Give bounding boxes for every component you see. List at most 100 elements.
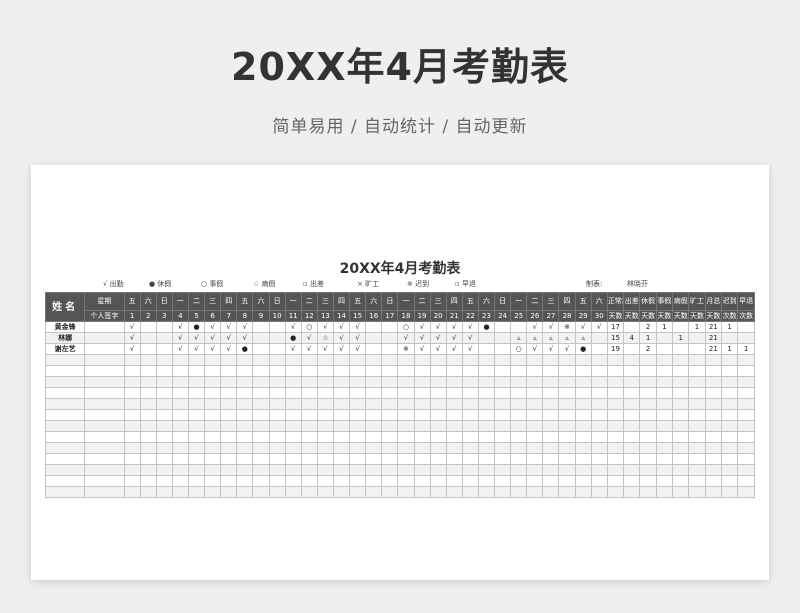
- weekday-cell[interactable]: 三: [429, 292, 447, 311]
- weekday-cell[interactable]: 二: [526, 292, 544, 311]
- empty-cell[interactable]: [737, 387, 755, 399]
- stat-unit[interactable]: 天数: [606, 310, 625, 322]
- empty-cell[interactable]: [155, 486, 173, 498]
- stat-header[interactable]: 事假: [655, 292, 674, 311]
- empty-cell[interactable]: [688, 420, 706, 432]
- empty-cell[interactable]: [606, 354, 625, 366]
- empty-cell[interactable]: [300, 420, 318, 432]
- day-cell[interactable]: 11: [284, 310, 302, 322]
- empty-cell[interactable]: [268, 453, 286, 465]
- stat-unit[interactable]: 天数: [688, 310, 706, 322]
- empty-cell[interactable]: [220, 464, 238, 476]
- empty-cell[interactable]: [123, 486, 141, 498]
- empty-cell[interactable]: [349, 431, 367, 443]
- attendance-cell[interactable]: √: [445, 332, 463, 344]
- day-cell[interactable]: 10: [268, 310, 286, 322]
- empty-cell[interactable]: [737, 354, 755, 366]
- attendance-cell[interactable]: [477, 332, 496, 344]
- empty-cell[interactable]: [737, 409, 755, 421]
- attendance-cell[interactable]: √: [316, 343, 334, 355]
- empty-cell[interactable]: [187, 376, 206, 388]
- empty-cell[interactable]: [477, 453, 496, 465]
- stat-unit[interactable]: 天数: [704, 310, 723, 322]
- empty-cell[interactable]: [688, 376, 706, 388]
- empty-cell[interactable]: [429, 409, 447, 421]
- empty-cell[interactable]: [510, 475, 528, 487]
- empty-cell[interactable]: [84, 453, 125, 465]
- empty-cell[interactable]: [623, 475, 641, 487]
- weekday-cell[interactable]: 六: [139, 292, 157, 311]
- empty-cell[interactable]: [123, 398, 141, 410]
- empty-cell[interactable]: [381, 376, 399, 388]
- empty-cell[interactable]: [477, 442, 496, 454]
- empty-cell[interactable]: [171, 365, 189, 377]
- empty-cell[interactable]: [526, 431, 544, 443]
- empty-cell[interactable]: [606, 431, 625, 443]
- attendance-cell[interactable]: √: [220, 343, 238, 355]
- empty-cell[interactable]: [268, 442, 286, 454]
- empty-cell[interactable]: [558, 398, 576, 410]
- empty-cell[interactable]: [413, 420, 431, 432]
- empty-cell[interactable]: [558, 464, 576, 476]
- empty-cell[interactable]: [590, 431, 608, 443]
- empty-cell[interactable]: [187, 431, 206, 443]
- day-cell[interactable]: 28: [558, 310, 576, 322]
- attendance-cell[interactable]: ▵: [574, 332, 592, 344]
- empty-cell[interactable]: [44, 376, 86, 388]
- stat-cell[interactable]: 1: [737, 343, 755, 355]
- empty-cell[interactable]: [171, 354, 189, 366]
- empty-cell[interactable]: [84, 376, 125, 388]
- empty-cell[interactable]: [123, 475, 141, 487]
- empty-cell[interactable]: [510, 365, 528, 377]
- empty-cell[interactable]: [236, 354, 254, 366]
- empty-cell[interactable]: [461, 409, 479, 421]
- empty-cell[interactable]: [606, 387, 625, 399]
- empty-cell[interactable]: [316, 398, 334, 410]
- empty-cell[interactable]: [187, 387, 206, 399]
- empty-cell[interactable]: [590, 409, 608, 421]
- empty-cell[interactable]: [477, 376, 496, 388]
- weekday-cell[interactable]: 四: [558, 292, 576, 311]
- weekday-cell[interactable]: 四: [445, 292, 463, 311]
- weekday-cell[interactable]: 六: [252, 292, 270, 311]
- empty-cell[interactable]: [44, 453, 86, 465]
- attendance-cell[interactable]: √: [574, 321, 592, 333]
- weekday-cell[interactable]: 二: [300, 292, 318, 311]
- empty-cell[interactable]: [220, 387, 238, 399]
- empty-cell[interactable]: [704, 453, 723, 465]
- empty-cell[interactable]: [510, 464, 528, 476]
- empty-cell[interactable]: [688, 431, 706, 443]
- empty-cell[interactable]: [171, 442, 189, 454]
- empty-cell[interactable]: [349, 398, 367, 410]
- empty-cell[interactable]: [720, 420, 739, 432]
- empty-cell[interactable]: [542, 387, 560, 399]
- empty-cell[interactable]: [284, 376, 302, 388]
- empty-cell[interactable]: [365, 409, 383, 421]
- empty-cell[interactable]: [284, 453, 302, 465]
- empty-cell[interactable]: [590, 398, 608, 410]
- stat-cell[interactable]: 21: [704, 332, 723, 344]
- empty-cell[interactable]: [252, 453, 270, 465]
- day-cell[interactable]: 8: [236, 310, 254, 322]
- empty-cell[interactable]: [204, 398, 222, 410]
- empty-cell[interactable]: [606, 442, 625, 454]
- empty-cell[interactable]: [332, 475, 351, 487]
- attendance-cell[interactable]: [590, 343, 608, 355]
- attendance-cell[interactable]: √: [171, 343, 189, 355]
- empty-cell[interactable]: [445, 354, 463, 366]
- empty-cell[interactable]: [445, 431, 463, 443]
- empty-cell[interactable]: [655, 420, 674, 432]
- empty-cell[interactable]: [123, 387, 141, 399]
- empty-cell[interactable]: [300, 442, 318, 454]
- day-cell[interactable]: 18: [397, 310, 415, 322]
- attendance-cell[interactable]: ●: [284, 332, 302, 344]
- empty-cell[interactable]: [590, 354, 608, 366]
- empty-cell[interactable]: [413, 376, 431, 388]
- attendance-cell[interactable]: [155, 321, 173, 333]
- empty-cell[interactable]: [494, 442, 512, 454]
- empty-cell[interactable]: [639, 365, 657, 377]
- empty-cell[interactable]: [332, 387, 351, 399]
- empty-cell[interactable]: [558, 409, 576, 421]
- attendance-cell[interactable]: √: [461, 332, 479, 344]
- empty-cell[interactable]: [558, 420, 576, 432]
